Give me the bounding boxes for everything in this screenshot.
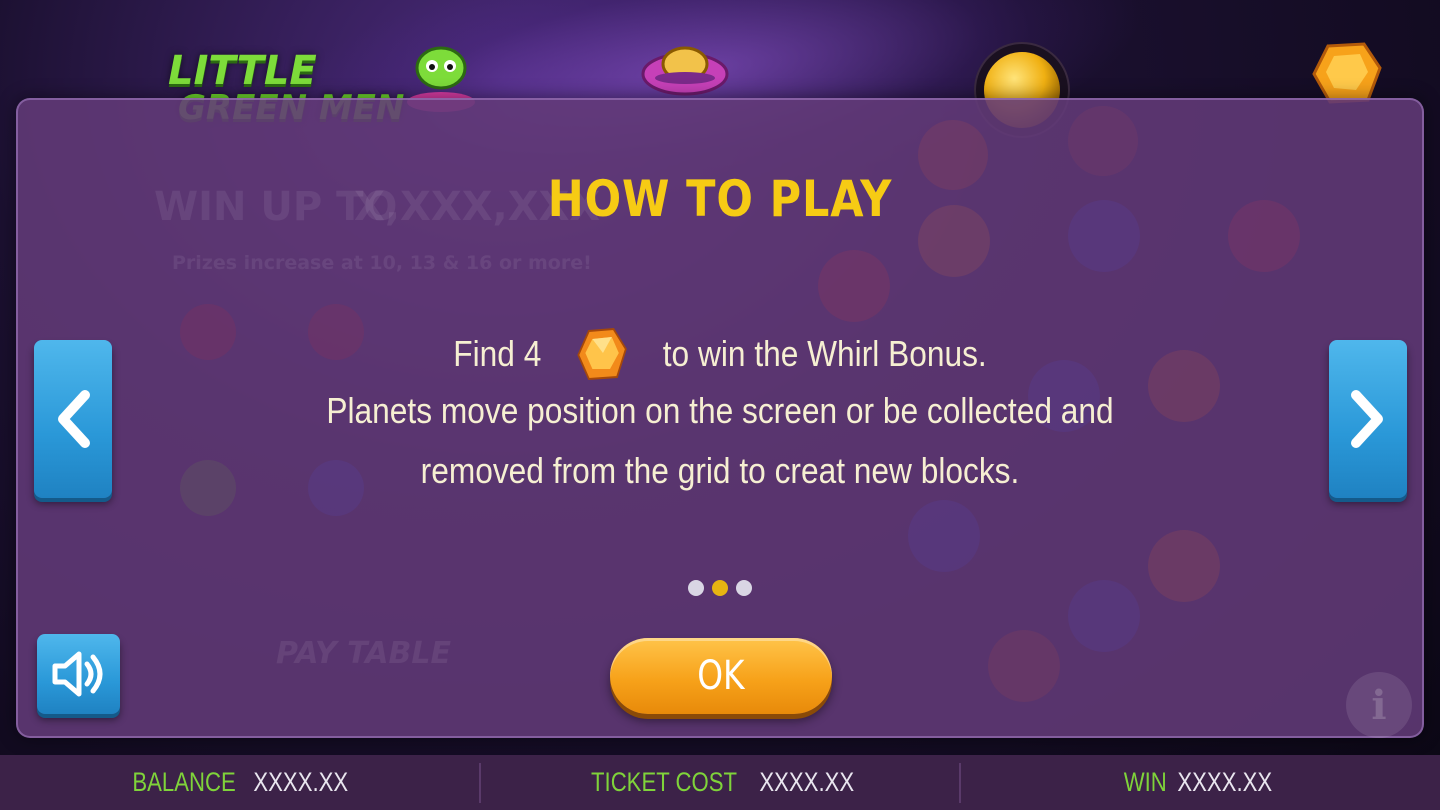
- next-page-button[interactable]: [1329, 340, 1407, 498]
- ghost-planet: [908, 500, 980, 572]
- sound-toggle-button[interactable]: [37, 634, 120, 714]
- ok-button[interactable]: OK: [610, 638, 832, 714]
- instruction-line-2: Planets move position on the screen or b…: [326, 390, 1114, 431]
- page-dot-3[interactable]: [736, 580, 752, 596]
- chevron-left-icon: [58, 390, 90, 448]
- balance-display: BALANCE XXXX.XX: [0, 755, 479, 810]
- chevron-right-icon: [1351, 390, 1383, 448]
- previous-page-button[interactable]: [34, 340, 112, 498]
- how-to-play-modal: WIN UP TO X,XXX,XXX Prizes increase at 1…: [16, 98, 1424, 738]
- instruction-line-1: Find 4 to win the Whirl Bonus.: [102, 327, 1338, 381]
- win-display: WIN XXXX.XX: [961, 755, 1440, 810]
- ticket-cost-value: XXXX.XX: [759, 767, 855, 797]
- ghost-planet: [818, 250, 890, 322]
- instruction-line-3: removed from the grid to creat new block…: [420, 450, 1020, 491]
- page-indicator: [688, 580, 752, 596]
- win-label: WIN: [1123, 767, 1167, 797]
- speaker-icon: [52, 651, 102, 697]
- ghost-planet: [1148, 530, 1220, 602]
- ghost-prizes-note: Prizes increase at 10, 13 & 16 or more!: [172, 252, 592, 274]
- status-bar: BALANCE XXXX.XX TICKET COST XXXX.XX WIN …: [0, 755, 1440, 810]
- ticket-cost-label: TICKET COST: [591, 767, 738, 797]
- info-icon: i: [1371, 681, 1387, 729]
- ghost-planet: [1068, 580, 1140, 652]
- ghost-pay-table: PAY TABLE: [276, 636, 452, 671]
- instruction-find-text: Find 4: [453, 333, 542, 374]
- page-dot-1[interactable]: [688, 580, 704, 596]
- balance-value: XXXX.XX: [252, 767, 348, 797]
- ok-label: OK: [697, 653, 745, 699]
- balance-label: BALANCE: [131, 767, 236, 797]
- gem-icon: [577, 327, 627, 381]
- info-button[interactable]: i: [1346, 672, 1412, 738]
- modal-title: HOW TO PLAY: [547, 170, 893, 228]
- page-dot-2-active[interactable]: [712, 580, 728, 596]
- ghost-planet: [1068, 106, 1138, 176]
- win-value: XXXX.XX: [1177, 767, 1273, 797]
- instruction-bonus-text: to win the Whirl Bonus.: [662, 333, 987, 374]
- ufo-icon: [641, 46, 729, 96]
- ticket-cost-display: TICKET COST XXXX.XX: [481, 755, 960, 810]
- gem-icon: [1312, 42, 1382, 104]
- ghost-planet: [988, 630, 1060, 702]
